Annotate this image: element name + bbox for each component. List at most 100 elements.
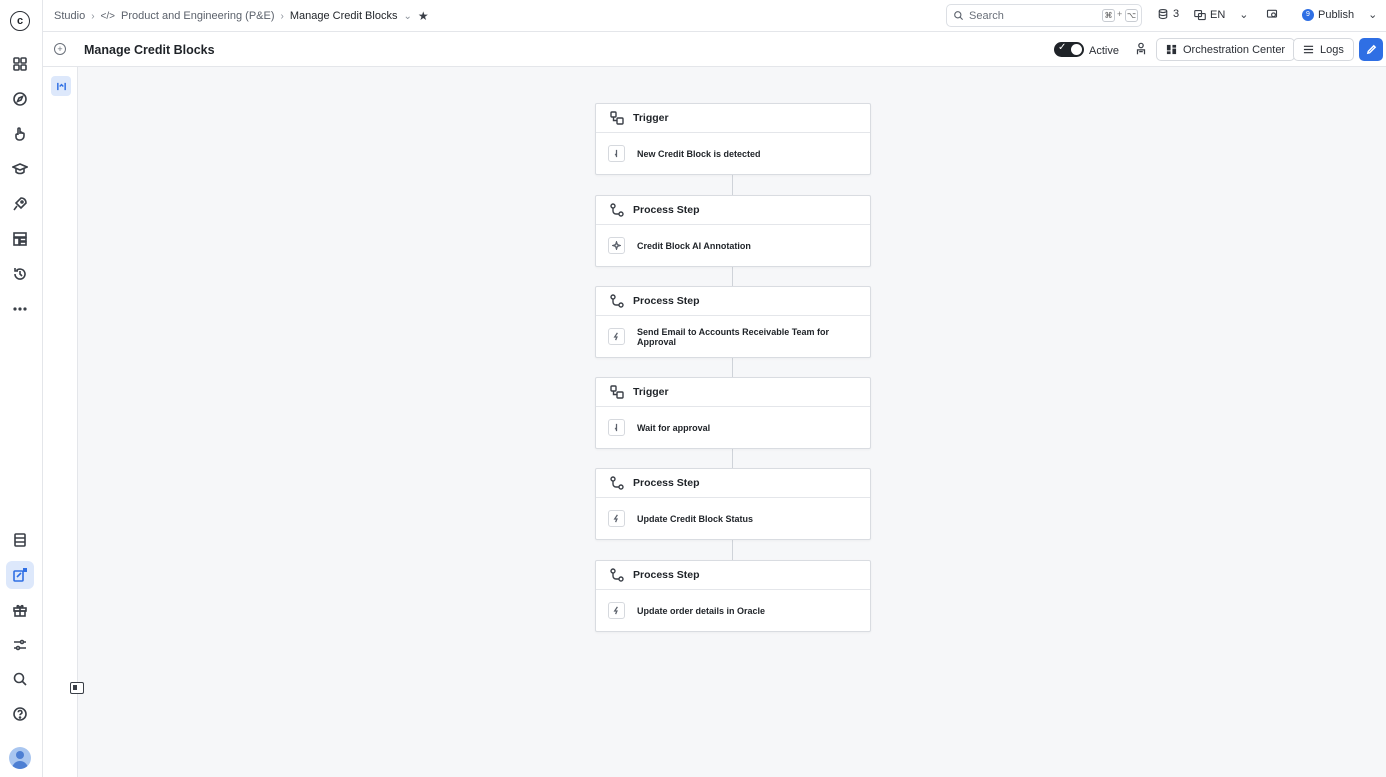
workflow-step-process[interactable]: Process Step Update order details in Ora… <box>595 560 871 632</box>
breadcrumb-studio[interactable]: Studio <box>54 10 85 22</box>
option-key: ⌥ <box>1125 9 1138 22</box>
logs-button[interactable]: Logs <box>1293 38 1354 61</box>
publish-badge: 9 <box>1302 8 1314 21</box>
lightning-icon <box>608 145 625 162</box>
side-panel <box>43 67 78 777</box>
sparkle-icon <box>608 237 625 254</box>
step-header: Process Step <box>596 561 870 590</box>
trigger-icon <box>610 385 624 399</box>
connector <box>732 266 733 286</box>
language-selector[interactable]: EN ⌄ <box>1194 8 1249 21</box>
step-body: Send Email to Accounts Receivable Team f… <box>596 316 870 357</box>
history-icon[interactable] <box>8 262 32 286</box>
step-body: Credit Block AI Annotation <box>596 225 870 266</box>
process-icon <box>610 294 624 308</box>
step-type: Process Step <box>633 569 700 581</box>
orchestration-icon[interactable] <box>6 561 34 589</box>
workflow-step-trigger[interactable]: Trigger Wait for approval <box>595 377 871 449</box>
app-logo[interactable]: c <box>10 11 30 31</box>
hand-pointer-icon[interactable] <box>8 122 32 146</box>
lightning-icon <box>608 419 625 436</box>
cmd-key: ⌘ <box>1102 9 1115 22</box>
page-header: + Manage Credit Blocks Active Orchestrat… <box>43 32 1386 67</box>
code-icon: </> <box>100 10 116 22</box>
layers-icon[interactable] <box>8 227 32 251</box>
workflow-step-process[interactable]: Process Step Send Email to Accounts Rece… <box>595 286 871 358</box>
step-action: New Credit Block is detected <box>637 148 761 159</box>
step-header: Trigger <box>596 378 870 407</box>
search-input[interactable]: Search ⌘ + ⌥ <box>946 4 1142 27</box>
step-type: Process Step <box>633 477 700 489</box>
search-placeholder: Search <box>969 9 1004 22</box>
avatar[interactable] <box>9 747 31 769</box>
agent-icon[interactable] <box>1134 42 1148 56</box>
orchestration-center-label: Orchestration Center <box>1183 43 1286 56</box>
step-action: Wait for approval <box>637 422 711 433</box>
step-action: Send Email to Accounts Receivable Team f… <box>636 326 830 347</box>
sliders-icon[interactable] <box>8 633 32 657</box>
gift-icon[interactable] <box>8 598 32 622</box>
more-icon[interactable] <box>8 297 32 321</box>
search-icon <box>954 11 964 21</box>
publish-button[interactable]: 9 Publish ⌄ <box>1302 8 1377 21</box>
workflow-step-process[interactable]: Process Step Credit Block AI Annotation <box>595 195 871 267</box>
orchestration-center-button[interactable]: Orchestration Center <box>1156 38 1296 61</box>
step-header: Process Step <box>596 196 870 225</box>
search-icon[interactable] <box>8 667 32 691</box>
pencil-icon <box>1366 44 1376 55</box>
step-header: Trigger <box>596 104 870 133</box>
breadcrumb-current[interactable]: Manage Credit Blocks <box>290 10 398 22</box>
chevron-down-icon: ⌄ <box>1239 9 1249 21</box>
top-bar: Studio › </> Product and Engineering (P&… <box>43 0 1386 32</box>
workflow-step-process[interactable]: Process Step Update Credit Block Status <box>595 468 871 540</box>
connector <box>732 540 733 560</box>
breadcrumb-workspace[interactable]: Product and Engineering (P&E) <box>121 10 274 22</box>
active-toggle[interactable] <box>1054 42 1084 57</box>
active-label: Active <box>1089 45 1119 57</box>
page-title: Manage Credit Blocks <box>84 43 215 57</box>
add-icon[interactable]: + <box>54 43 66 55</box>
breadcrumb: Studio › </> Product and Engineering (P&… <box>54 9 429 23</box>
workflow-view-icon[interactable] <box>51 76 71 96</box>
collapse-panel-icon[interactable] <box>70 682 84 694</box>
step-type: Trigger <box>633 112 669 124</box>
chevron-right-icon: › <box>91 10 95 22</box>
step-type: Trigger <box>633 386 669 398</box>
publish-label: Publish <box>1318 8 1355 21</box>
database-count[interactable]: 3 <box>1157 8 1179 20</box>
logs-label: Logs <box>1320 43 1344 56</box>
step-action: Credit Block AI Annotation <box>637 240 751 251</box>
dashboard-icon <box>1166 44 1177 55</box>
rocket-icon[interactable] <box>8 192 32 216</box>
edit-button[interactable] <box>1359 38 1383 61</box>
bolt-icon <box>608 328 625 345</box>
step-header: Process Step <box>596 287 870 316</box>
compass-icon[interactable] <box>8 87 32 111</box>
grid-icon[interactable] <box>8 52 32 76</box>
database-icon <box>1158 8 1168 20</box>
bolt-icon <box>608 510 625 527</box>
chevron-down-icon[interactable]: ⌄ <box>403 11 411 22</box>
connector <box>732 175 733 195</box>
preview-button[interactable] <box>1266 8 1278 20</box>
bolt-icon <box>608 602 625 619</box>
process-icon <box>610 476 624 490</box>
chevron-down-icon[interactable]: ⌄ <box>1368 8 1377 21</box>
database-icon[interactable] <box>8 528 32 552</box>
app-rail: c <box>0 0 43 777</box>
step-body: New Credit Block is detected <box>596 133 870 174</box>
preview-icon <box>1266 9 1278 18</box>
connector <box>732 449 733 469</box>
graduation-cap-icon[interactable] <box>8 157 32 181</box>
step-body: Wait for approval <box>596 407 870 448</box>
workflow-step-trigger[interactable]: Trigger New Credit Block is detected <box>595 103 871 175</box>
step-action: Update order details in Oracle <box>637 605 766 616</box>
connector <box>732 358 733 378</box>
translate-icon <box>1194 9 1206 20</box>
language-label: EN <box>1210 8 1226 21</box>
step-type: Process Step <box>633 204 700 216</box>
step-header: Process Step <box>596 469 870 498</box>
plus-sign: + <box>1117 9 1123 19</box>
help-icon[interactable] <box>8 702 32 726</box>
star-icon[interactable]: ★ <box>418 9 429 23</box>
